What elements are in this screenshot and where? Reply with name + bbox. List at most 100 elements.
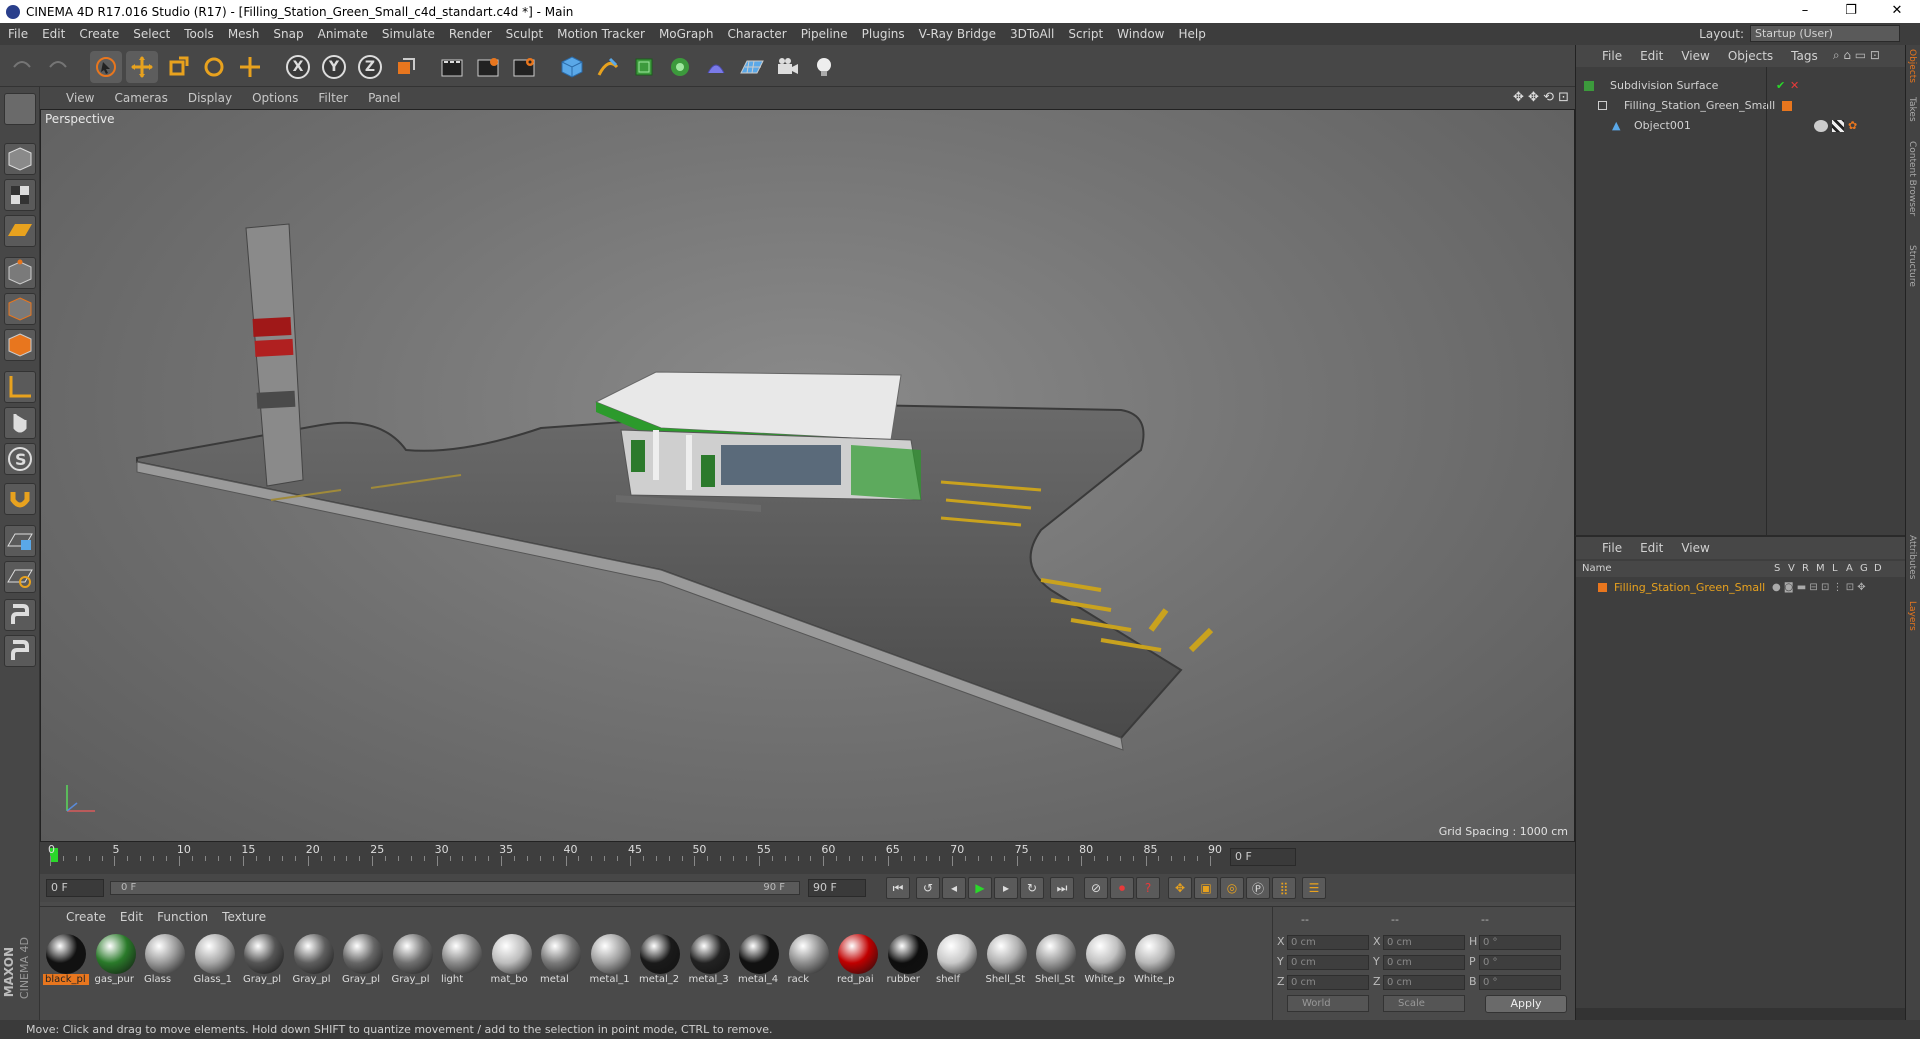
menu-mograph[interactable]: MoGraph xyxy=(659,27,714,41)
camera-icon[interactable] xyxy=(772,51,804,83)
menu-file[interactable]: File xyxy=(8,27,28,41)
tab-attributes[interactable]: Attributes xyxy=(1907,535,1917,579)
transform-icon[interactable] xyxy=(234,51,266,83)
z-axis-lock-button[interactable]: Z xyxy=(354,51,386,83)
object-row-filling-station[interactable]: Filling_Station_Green_Small xyxy=(1576,97,1906,115)
viewport-menu-options[interactable]: Options xyxy=(252,91,298,105)
deformer-icon[interactable] xyxy=(700,51,732,83)
menu-create[interactable]: Create xyxy=(79,27,119,41)
size-y-field[interactable]: 0 cm xyxy=(1383,955,1465,970)
size-x-field[interactable]: 0 cm xyxy=(1383,935,1465,950)
menu-mesh[interactable]: Mesh xyxy=(228,27,260,41)
menu-script[interactable]: Script xyxy=(1068,27,1103,41)
material-swatch[interactable]: black_pl xyxy=(43,931,89,993)
tab-takes[interactable]: Takes xyxy=(1907,97,1917,122)
position-y-field[interactable]: 0 cm xyxy=(1287,955,1369,970)
viewport-menu-panel[interactable]: Panel xyxy=(368,91,400,105)
material-swatch[interactable]: metal_1 xyxy=(588,931,634,993)
obj-menu-file[interactable]: File xyxy=(1602,49,1622,63)
menu-vray-bridge[interactable]: V-Ray Bridge xyxy=(919,27,996,41)
layer-menu-edit[interactable]: Edit xyxy=(1640,541,1663,555)
prev-frame-icon[interactable]: ◂ xyxy=(942,877,966,899)
material-swatch[interactable]: gas_pur xyxy=(93,931,139,993)
menu-motion-tracker[interactable]: Motion Tracker xyxy=(557,27,645,41)
coord-mode-select[interactable]: Scale xyxy=(1383,995,1465,1012)
timeline-menu-icon[interactable]: ☰ xyxy=(1302,877,1326,899)
scale-icon[interactable] xyxy=(162,51,194,83)
move-icon[interactable] xyxy=(126,51,158,83)
play-icon[interactable]: ▶ xyxy=(968,877,992,899)
mat-menu-edit[interactable]: Edit xyxy=(120,910,143,924)
key-scale-icon[interactable]: ▣ xyxy=(1194,877,1218,899)
next-key-icon[interactable]: ↻ xyxy=(1020,877,1044,899)
obj-menu-view[interactable]: View xyxy=(1681,49,1709,63)
record-icon[interactable]: ⏺ xyxy=(1110,877,1134,899)
obj-menu-edit[interactable]: Edit xyxy=(1640,49,1663,63)
cloner-icon[interactable] xyxy=(664,51,696,83)
x-axis-lock-button[interactable]: X xyxy=(282,51,314,83)
menu-tools[interactable]: Tools xyxy=(184,27,214,41)
menu-edit[interactable]: Edit xyxy=(42,27,65,41)
menu-character[interactable]: Character xyxy=(727,27,786,41)
material-swatch[interactable]: mat_bo xyxy=(489,931,535,993)
tab-layers[interactable]: Layers xyxy=(1907,601,1917,631)
y-axis-lock-button[interactable]: Y xyxy=(318,51,350,83)
3d-viewport[interactable]: Perspective Grid Spacing : 1000 cm xyxy=(40,109,1575,842)
layer-menu-view[interactable]: View xyxy=(1681,541,1709,555)
material-swatch[interactable]: rack xyxy=(786,931,832,993)
undo-icon[interactable] xyxy=(6,51,38,83)
tab-content-browser[interactable]: Content Browser xyxy=(1907,141,1917,216)
light-icon[interactable] xyxy=(808,51,840,83)
apply-button[interactable]: Apply xyxy=(1485,995,1567,1013)
rotation-b-field[interactable]: 0 ° xyxy=(1479,975,1561,990)
render-settings-icon[interactable] xyxy=(508,51,540,83)
rotation-h-field[interactable]: 0 ° xyxy=(1479,935,1561,950)
max-frame-field[interactable]: 90 F xyxy=(808,879,866,897)
material-swatch[interactable]: metal_4 xyxy=(736,931,782,993)
snap-enable-icon[interactable] xyxy=(4,525,36,557)
material-swatch[interactable]: Gray_pl xyxy=(390,931,436,993)
pen-spline-icon[interactable] xyxy=(592,51,624,83)
material-swatch[interactable]: Shell_St xyxy=(984,931,1030,993)
python-script-icon[interactable] xyxy=(4,599,36,631)
make-editable-icon[interactable] xyxy=(4,93,36,125)
menu-pipeline[interactable]: Pipeline xyxy=(801,27,848,41)
tab-objects[interactable]: Objects xyxy=(1907,49,1917,83)
layer-scrollbar[interactable] xyxy=(1576,1008,1906,1020)
material-swatch[interactable]: metal_3 xyxy=(687,931,733,993)
help-keyframe-icon[interactable]: ? xyxy=(1136,877,1160,899)
material-swatch[interactable]: light xyxy=(439,931,485,993)
tab-structure[interactable]: Structure xyxy=(1907,245,1917,287)
viewport-menu-cameras[interactable]: Cameras xyxy=(114,91,167,105)
position-x-field[interactable]: 0 cm xyxy=(1287,935,1369,950)
material-swatch[interactable]: White_p xyxy=(1083,931,1129,993)
solo-mode-icon[interactable]: S xyxy=(4,443,36,475)
minimize-button[interactable]: – xyxy=(1782,0,1828,23)
material-swatch[interactable]: metal xyxy=(538,931,584,993)
key-position-icon[interactable]: ✥ xyxy=(1168,877,1192,899)
menu-window[interactable]: Window xyxy=(1117,27,1164,41)
material-swatch[interactable]: Gray_pl xyxy=(241,931,287,993)
key-rotation-icon[interactable]: ◎ xyxy=(1220,877,1244,899)
layout-select[interactable]: Startup (User) xyxy=(1750,25,1900,42)
rotation-p-field[interactable]: 0 ° xyxy=(1479,955,1561,970)
cube-primitive-icon[interactable] xyxy=(556,51,588,83)
viewport-menu-display[interactable]: Display xyxy=(188,91,232,105)
obj-menu-objects[interactable]: Objects xyxy=(1728,49,1773,63)
object-check-icon[interactable]: ✔ xyxy=(1776,77,1785,95)
go-to-start-icon[interactable]: ⏮ xyxy=(886,877,910,899)
redo-icon[interactable] xyxy=(42,51,74,83)
material-swatch[interactable]: Shell_St xyxy=(1033,931,1079,993)
subdivision-surface-icon[interactable] xyxy=(628,51,660,83)
menu-3dtoall[interactable]: 3DToAll xyxy=(1010,27,1054,41)
viewport-nav-icon[interactable]: ✥ ✥ ⟲ ⊡ xyxy=(1513,90,1569,105)
texture-mode-icon[interactable] xyxy=(4,179,36,211)
key-pla-icon[interactable]: ⣿ xyxy=(1272,877,1296,899)
material-swatch[interactable]: red_pai xyxy=(835,931,881,993)
live-selection-icon[interactable] xyxy=(90,51,122,83)
frame-range-slider[interactable]: 0 F 90 F xyxy=(110,881,800,895)
material-swatch[interactable]: White_p xyxy=(1132,931,1178,993)
rotate-icon[interactable] xyxy=(198,51,230,83)
workplane-icon[interactable] xyxy=(4,215,36,247)
viewport-menu-filter[interactable]: Filter xyxy=(318,91,348,105)
